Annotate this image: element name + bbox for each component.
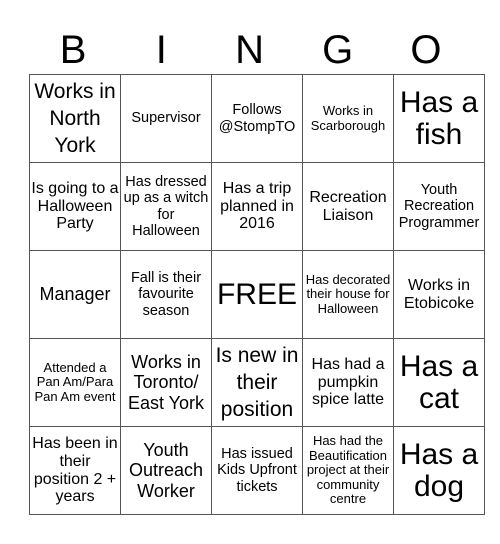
header-letter-n: N [235,28,264,72]
bingo-cell[interactable]: Has a fish [393,74,485,163]
bingo-cell[interactable]: Has issued Kids Upfront tickets [211,426,303,515]
bingo-grid: Works in North York Supervisor Follows @… [29,74,485,515]
bingo-cell[interactable]: Has a cat [393,338,485,427]
bingo-cell[interactable]: Works in Etobicoke [393,250,485,339]
bingo-cell[interactable]: Has dressed up as a witch for Halloween [120,162,212,251]
bingo-cell[interactable]: Works in Toronto/ East York [120,338,212,427]
bingo-cell[interactable]: Follows @StompTO [211,74,303,163]
bingo-header: B I N G O [29,28,470,72]
header-letter-b: B [59,28,87,72]
bingo-cell[interactable]: Works in Scarborough [302,74,394,163]
header-letter-o: O [410,28,442,72]
grid-row: Is going to a Halloween Party Has dresse… [29,162,485,251]
bingo-cell[interactable]: Is going to a Halloween Party [29,162,121,251]
header-letter-g: G [322,28,354,72]
bingo-cell[interactable]: Has a trip planned in 2016 [211,162,303,251]
grid-row: Has been in their position 2 + years You… [29,426,485,515]
bingo-cell[interactable]: Has decorated their house for Halloween [302,250,394,339]
free-space[interactable]: FREE [211,250,303,339]
bingo-cell[interactable]: Youth Recreation Programmer [393,162,485,251]
bingo-cell[interactable]: Has had a pumpkin spice latte [302,338,394,427]
bingo-cell[interactable]: Recreation Liaison [302,162,394,251]
bingo-cell[interactable]: Attended a Pan Am/Para Pan Am event [29,338,121,427]
bingo-cell[interactable]: Has a dog [393,426,485,515]
bingo-cell[interactable]: Is new in their position [211,338,303,427]
bingo-cell[interactable]: Manager [29,250,121,339]
bingo-cell[interactable]: Supervisor [120,74,212,163]
bingo-cell[interactable]: Has been in their position 2 + years [29,426,121,515]
bingo-cell[interactable]: Fall is their favourite season [120,250,212,339]
grid-row: Works in North York Supervisor Follows @… [29,74,485,163]
bingo-cell[interactable]: Has had the Beautification project at th… [302,426,394,515]
bingo-cell[interactable]: Youth Outreach Worker [120,426,212,515]
grid-row: Manager Fall is their favourite season F… [29,250,485,339]
bingo-cell[interactable]: Works in North York [29,74,121,163]
header-letter-i: I [155,28,167,72]
grid-row: Attended a Pan Am/Para Pan Am event Work… [29,338,485,427]
